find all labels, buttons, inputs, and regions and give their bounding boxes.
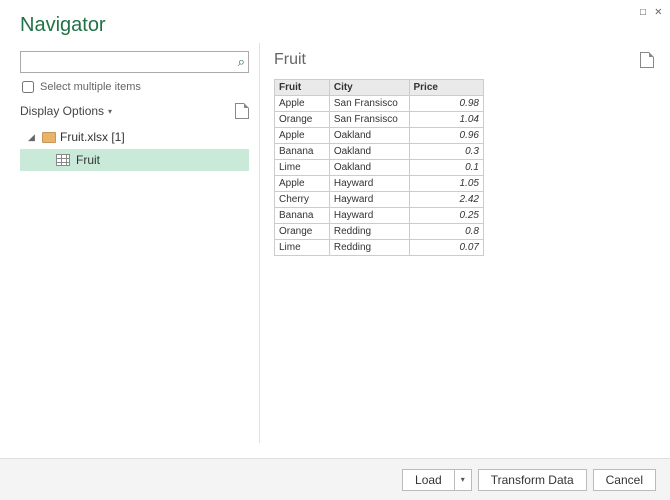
document-icon[interactable] <box>235 103 249 119</box>
table-row[interactable]: BananaOakland0.3 <box>275 144 484 160</box>
table-icon <box>56 154 70 166</box>
chevron-down-icon: ▾ <box>108 107 112 116</box>
column-header-price[interactable]: Price <box>409 80 484 96</box>
cell-price: 0.96 <box>409 128 484 144</box>
cell-price: 1.05 <box>409 176 484 192</box>
tree-view: ◢ Fruit.xlsx [1] Fruit <box>20 127 249 171</box>
cell-fruit: Banana <box>275 144 330 160</box>
footer-bar: Load ▾ Transform Data Cancel <box>0 458 670 500</box>
preview-panel: Fruit Fruit City Price AppleSan Fransisc… <box>260 43 670 443</box>
tree-folder[interactable]: ◢ Fruit.xlsx [1] <box>20 127 249 147</box>
cell-price: 1.04 <box>409 112 484 128</box>
cell-fruit: Apple <box>275 176 330 192</box>
cell-fruit: Apple <box>275 128 330 144</box>
cell-city: Hayward <box>329 192 409 208</box>
tree-folder-label: Fruit.xlsx [1] <box>60 130 125 144</box>
cell-fruit: Orange <box>275 224 330 240</box>
cell-price: 0.1 <box>409 160 484 176</box>
table-row[interactable]: OrangeRedding0.8 <box>275 224 484 240</box>
transform-data-button[interactable]: Transform Data <box>478 469 587 491</box>
table-row[interactable]: LimeRedding0.07 <box>275 240 484 256</box>
preview-table: Fruit City Price AppleSan Fransisco0.98O… <box>274 79 484 256</box>
cell-city: Redding <box>329 240 409 256</box>
search-icon[interactable]: ⌕ <box>238 54 245 70</box>
table-row[interactable]: AppleSan Fransisco0.98 <box>275 96 484 112</box>
display-options-dropdown[interactable]: Display Options ▾ <box>20 104 112 118</box>
cell-city: Hayward <box>329 176 409 192</box>
navigator-panel: ⌕ Select multiple items Display Options … <box>0 43 260 443</box>
display-options-label: Display Options <box>20 104 104 118</box>
cell-price: 0.25 <box>409 208 484 224</box>
cell-city: Oakland <box>329 128 409 144</box>
cell-city: Redding <box>329 224 409 240</box>
table-row[interactable]: CherryHayward2.42 <box>275 192 484 208</box>
cell-price: 0.8 <box>409 224 484 240</box>
select-multiple-label: Select multiple items <box>40 81 141 93</box>
cell-fruit: Banana <box>275 208 330 224</box>
folder-icon <box>42 132 56 143</box>
cancel-button[interactable]: Cancel <box>593 469 656 491</box>
cell-price: 2.42 <box>409 192 484 208</box>
column-header-fruit[interactable]: Fruit <box>275 80 330 96</box>
document-icon[interactable] <box>640 52 654 68</box>
table-row[interactable]: AppleHayward1.05 <box>275 176 484 192</box>
cell-price: 0.98 <box>409 96 484 112</box>
load-button[interactable]: Load <box>402 469 454 491</box>
table-row[interactable]: LimeOakland0.1 <box>275 160 484 176</box>
tree-leaf-selected[interactable]: Fruit <box>20 149 249 171</box>
page-title: Navigator <box>20 14 650 37</box>
cell-fruit: Apple <box>275 96 330 112</box>
preview-title: Fruit <box>274 51 306 69</box>
close-icon[interactable]: ✕ <box>655 4 662 18</box>
column-header-city[interactable]: City <box>329 80 409 96</box>
maximize-icon[interactable]: ☐ <box>640 4 647 18</box>
cell-price: 0.3 <box>409 144 484 160</box>
table-row[interactable]: OrangeSan Fransisco1.04 <box>275 112 484 128</box>
cell-city: San Fransisco <box>329 112 409 128</box>
cell-city: Oakland <box>329 160 409 176</box>
cell-fruit: Lime <box>275 160 330 176</box>
table-row[interactable]: AppleOakland0.96 <box>275 128 484 144</box>
cell-city: San Fransisco <box>329 96 409 112</box>
search-input[interactable] <box>20 51 249 73</box>
load-dropdown-caret[interactable]: ▾ <box>454 469 472 491</box>
cell-price: 0.07 <box>409 240 484 256</box>
cell-city: Oakland <box>329 144 409 160</box>
cell-fruit: Lime <box>275 240 330 256</box>
table-row[interactable]: BananaHayward0.25 <box>275 208 484 224</box>
cell-city: Hayward <box>329 208 409 224</box>
tree-leaf-label: Fruit <box>76 153 100 167</box>
caret-down-icon: ◢ <box>28 132 38 143</box>
select-multiple-checkbox[interactable] <box>22 81 34 93</box>
cell-fruit: Cherry <box>275 192 330 208</box>
cell-fruit: Orange <box>275 112 330 128</box>
load-split-button[interactable]: Load ▾ <box>402 469 472 491</box>
